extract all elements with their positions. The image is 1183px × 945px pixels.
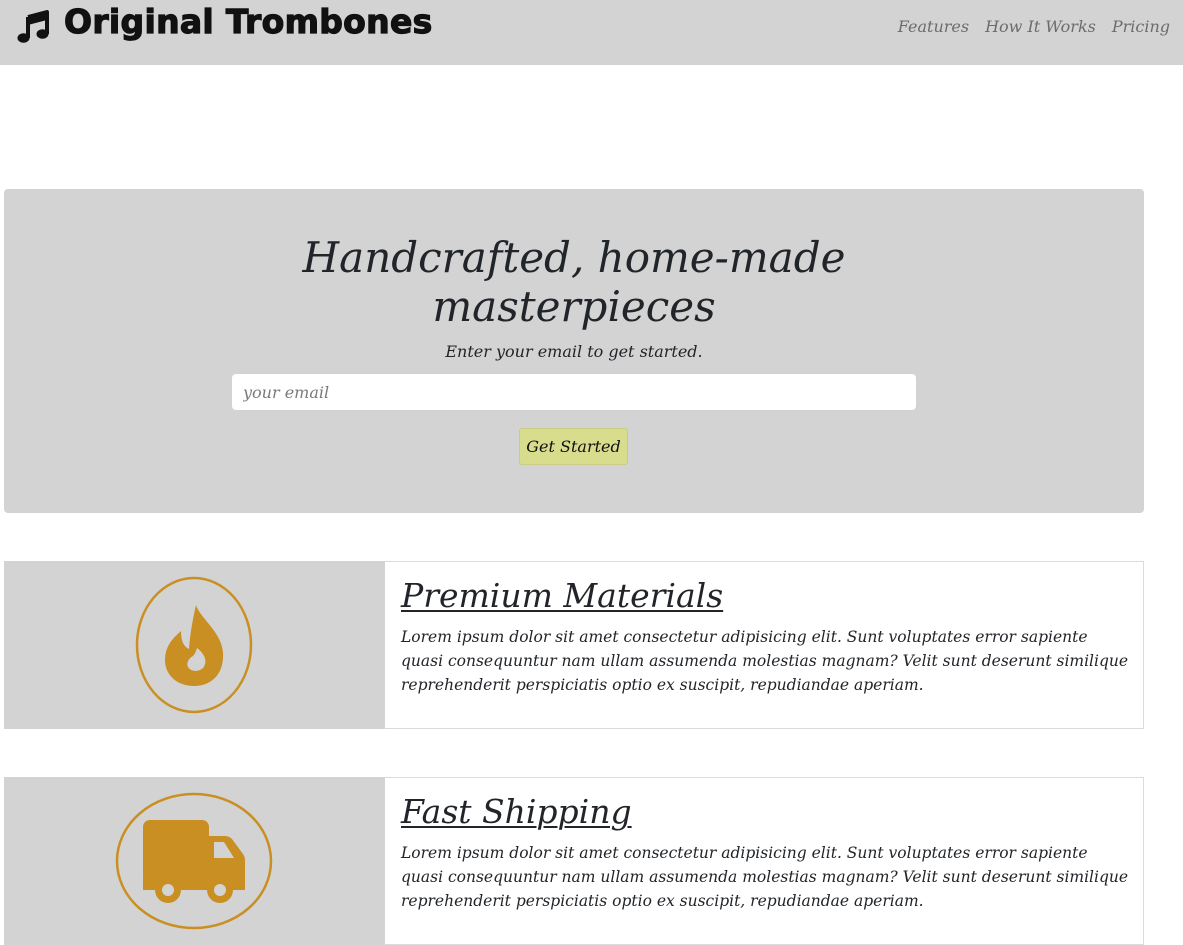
feature-media: [4, 777, 385, 945]
hero-title: Handcrafted, home-made masterpieces: [302, 233, 846, 331]
feature-card-fast-shipping: Fast Shipping Lorem ipsum dolor sit amet…: [4, 777, 1144, 945]
feature-description: Lorem ipsum dolor sit amet consectetur a…: [401, 628, 1129, 694]
feature-description: Lorem ipsum dolor sit amet consectetur a…: [401, 844, 1129, 910]
music-note-icon: [16, 10, 50, 44]
get-started-button[interactable]: Get Started: [519, 428, 628, 465]
brand-name[interactable]: Original Trombones: [63, 1, 432, 41]
hero-section: Handcrafted, home-made masterpieces Ente…: [4, 189, 1144, 513]
main-nav: Features How It Works Pricing: [898, 17, 1170, 36]
nav-link-pricing[interactable]: Pricing: [1112, 17, 1170, 36]
email-input[interactable]: [232, 374, 916, 410]
feature-card-premium-materials: Premium Materials Lorem ipsum dolor sit …: [4, 561, 1144, 729]
feature-title[interactable]: Premium Materials: [401, 576, 723, 616]
nav-link-features[interactable]: Features: [898, 17, 969, 36]
site-header: Original Trombones Features How It Works…: [0, 0, 1183, 65]
flame-icon: [135, 576, 253, 718]
nav-link-how-it-works[interactable]: How It Works: [985, 17, 1096, 36]
feature-media: [4, 561, 385, 729]
feature-title[interactable]: Fast Shipping: [401, 792, 632, 832]
hero-subtitle: Enter your email to get started.: [445, 342, 703, 361]
